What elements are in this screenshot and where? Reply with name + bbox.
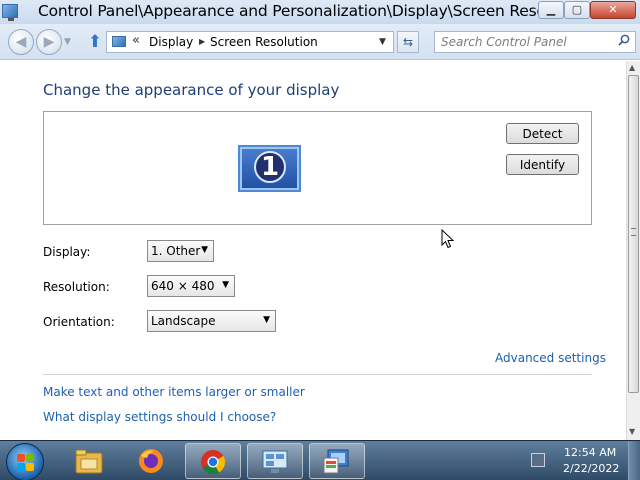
maximize-button[interactable]: ▢ [564, 1, 590, 19]
close-button[interactable]: ✕ [590, 1, 636, 19]
breadcrumb-arrow-icon[interactable]: ▶ [199, 37, 205, 46]
breadcrumb-screen-resolution[interactable]: Screen Resolution [210, 35, 318, 49]
display-dropdown-value: 1. Other [151, 244, 201, 258]
clock-date[interactable]: 2/22/2022 [563, 462, 619, 475]
network-tray-icon[interactable] [531, 453, 545, 467]
display-dropdown[interactable]: 1. Other ▼ [147, 240, 214, 262]
resolution-dropdown[interactable]: 640 × 480 ▼ [147, 275, 235, 297]
refresh-icon[interactable]: ⇆ [397, 31, 419, 53]
separator [43, 374, 592, 375]
breadcrumb-display[interactable]: Display [149, 35, 193, 49]
monitor-preview-area: 1 Detect Identify [43, 111, 592, 225]
address-bar[interactable]: « Display ▶ Screen Resolution ▼ [106, 31, 394, 53]
network-computer-icon [262, 450, 288, 473]
identify-button[interactable]: Identify [506, 154, 579, 175]
start-button[interactable] [6, 443, 44, 480]
display-label: Display: [43, 245, 91, 259]
scroll-down-icon[interactable]: ▼ [629, 427, 635, 436]
taskbar-explorer[interactable] [62, 443, 118, 479]
detect-button[interactable]: Detect [506, 123, 579, 144]
navigation-bar: ◀ ▶ ▼ ⬆ « Display ▶ Screen Resolution ▼ … [0, 24, 640, 60]
vertical-scrollbar[interactable]: ▲ ▼ [626, 61, 640, 440]
back-arrow-icon[interactable]: ◀ [8, 29, 34, 55]
control-panel-icon [112, 36, 126, 47]
show-desktop-button[interactable] [628, 441, 640, 480]
chevron-down-icon: ▼ [263, 315, 270, 325]
forward-arrow-icon[interactable]: ▶ [36, 29, 62, 55]
search-icon[interactable] [618, 34, 630, 46]
recent-pages-chevron-icon[interactable]: ▼ [64, 37, 71, 47]
taskbar-chrome[interactable] [185, 443, 241, 479]
title-bar: Control Panel\Appearance and Personaliza… [0, 0, 640, 24]
display-settings-help-link[interactable]: What display settings should I choose? [43, 410, 276, 424]
advanced-settings-link[interactable]: Advanced settings [495, 351, 606, 365]
orientation-dropdown-value: Landscape [151, 314, 216, 328]
resolution-dropdown-value: 640 × 480 [151, 279, 215, 293]
taskbar-remote-desktop[interactable] [247, 443, 303, 479]
monitor-1[interactable]: 1 [238, 145, 301, 192]
folder-icon [75, 449, 103, 474]
address-dropdown-icon[interactable]: ▼ [379, 37, 386, 47]
search-input[interactable] [441, 34, 611, 50]
text-size-link[interactable]: Make text and other items larger or smal… [43, 385, 305, 399]
chrome-icon [201, 450, 226, 475]
monitor-number: 1 [254, 151, 286, 183]
taskbar-display-settings[interactable] [309, 443, 365, 479]
firefox-icon [139, 449, 163, 473]
resolution-label: Resolution: [43, 280, 110, 294]
up-arrow-icon[interactable]: ⬆ [86, 32, 104, 52]
display-settings-icon [323, 449, 349, 474]
display-control-panel-icon [2, 4, 18, 21]
window-title: Control Panel\Appearance and Personaliza… [38, 2, 589, 20]
minimize-button[interactable]: ▁ [538, 1, 564, 19]
mouse-cursor-icon [441, 229, 455, 249]
taskbar: 12:54 AM 2/22/2022 [0, 440, 640, 480]
main-content: Change the appearance of your display 1 … [0, 61, 626, 440]
scroll-up-icon[interactable]: ▲ [629, 63, 635, 72]
scroll-thumb[interactable] [628, 75, 639, 393]
taskbar-firefox[interactable] [124, 443, 180, 479]
clock-time[interactable]: 12:54 AM [564, 446, 616, 459]
chevron-down-icon: ▼ [222, 280, 229, 290]
scroll-grip [631, 228, 636, 236]
search-box[interactable] [434, 31, 636, 53]
chevron-down-icon: ▼ [201, 245, 208, 255]
address-overflow-chevron[interactable]: « [132, 33, 140, 48]
orientation-label: Orientation: [43, 315, 115, 329]
orientation-dropdown[interactable]: Landscape ▼ [147, 310, 276, 332]
page-title: Change the appearance of your display [43, 81, 340, 99]
